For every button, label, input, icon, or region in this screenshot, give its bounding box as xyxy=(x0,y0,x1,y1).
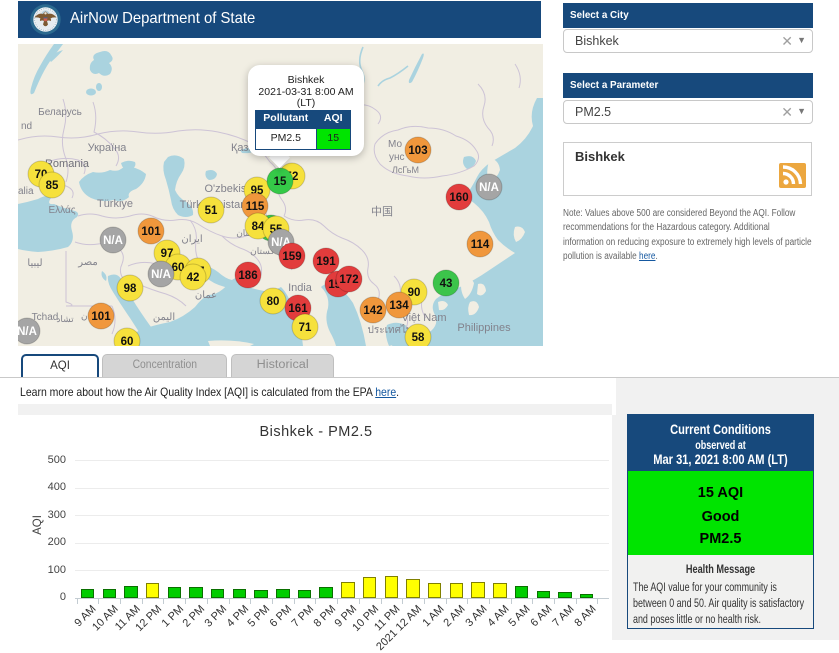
svg-text:مصر: مصر xyxy=(77,257,98,268)
svg-text:101: 101 xyxy=(141,226,161,238)
svg-text:N/A: N/A xyxy=(479,182,499,194)
svg-text:71: 71 xyxy=(299,322,312,334)
svg-text:101: 101 xyxy=(91,311,111,323)
svg-text:160: 160 xyxy=(449,192,468,204)
svg-text:186: 186 xyxy=(238,270,257,282)
svg-text:中国: 中国 xyxy=(371,205,393,218)
svg-text:42: 42 xyxy=(187,272,200,284)
svg-text:103: 103 xyxy=(408,145,427,157)
svg-text:60: 60 xyxy=(121,336,134,346)
svg-text:Philippines: Philippines xyxy=(457,322,511,334)
svg-text:85: 85 xyxy=(46,180,59,192)
svg-text:تشاد: تشاد xyxy=(56,314,74,324)
svg-text:98: 98 xyxy=(124,283,137,295)
svg-text:15: 15 xyxy=(274,176,287,188)
svg-text:115: 115 xyxy=(246,201,265,213)
svg-text:alia: alia xyxy=(18,186,34,197)
svg-text:India: India xyxy=(288,282,313,294)
svg-text:159: 159 xyxy=(282,251,301,263)
svg-text:114: 114 xyxy=(471,239,490,251)
svg-text:80: 80 xyxy=(267,296,280,308)
svg-text:N/A: N/A xyxy=(18,326,37,338)
svg-text:N/A: N/A xyxy=(103,235,123,247)
svg-text:172: 172 xyxy=(339,274,358,286)
svg-text:Ελλάς: Ελλάς xyxy=(48,204,75,216)
svg-text:унс: унс xyxy=(389,152,405,163)
svg-text:Беларусь: Беларусь xyxy=(38,107,82,118)
svg-text:Türkiye: Türkiye xyxy=(97,198,133,210)
svg-text:ايران: ايران xyxy=(181,234,202,245)
svg-text:ЛсГьМ: ЛсГьМ xyxy=(392,165,419,175)
svg-text:142: 142 xyxy=(363,305,382,317)
svg-text:43: 43 xyxy=(440,278,453,290)
svg-text:Мо: Мо xyxy=(388,139,402,150)
svg-text:134: 134 xyxy=(389,300,409,312)
svg-text:ليبيا: ليبيا xyxy=(27,258,42,269)
svg-text:nd: nd xyxy=(21,121,32,132)
svg-text:191: 191 xyxy=(316,256,336,268)
svg-text:161: 161 xyxy=(288,303,308,315)
svg-text:عمان: عمان xyxy=(195,290,217,301)
svg-text:N/A: N/A xyxy=(151,269,171,281)
svg-text:Україна: Україна xyxy=(88,142,128,154)
svg-text:58: 58 xyxy=(412,332,425,344)
svg-text:51: 51 xyxy=(205,205,218,217)
svg-text:اليمن: اليمن xyxy=(153,312,175,323)
